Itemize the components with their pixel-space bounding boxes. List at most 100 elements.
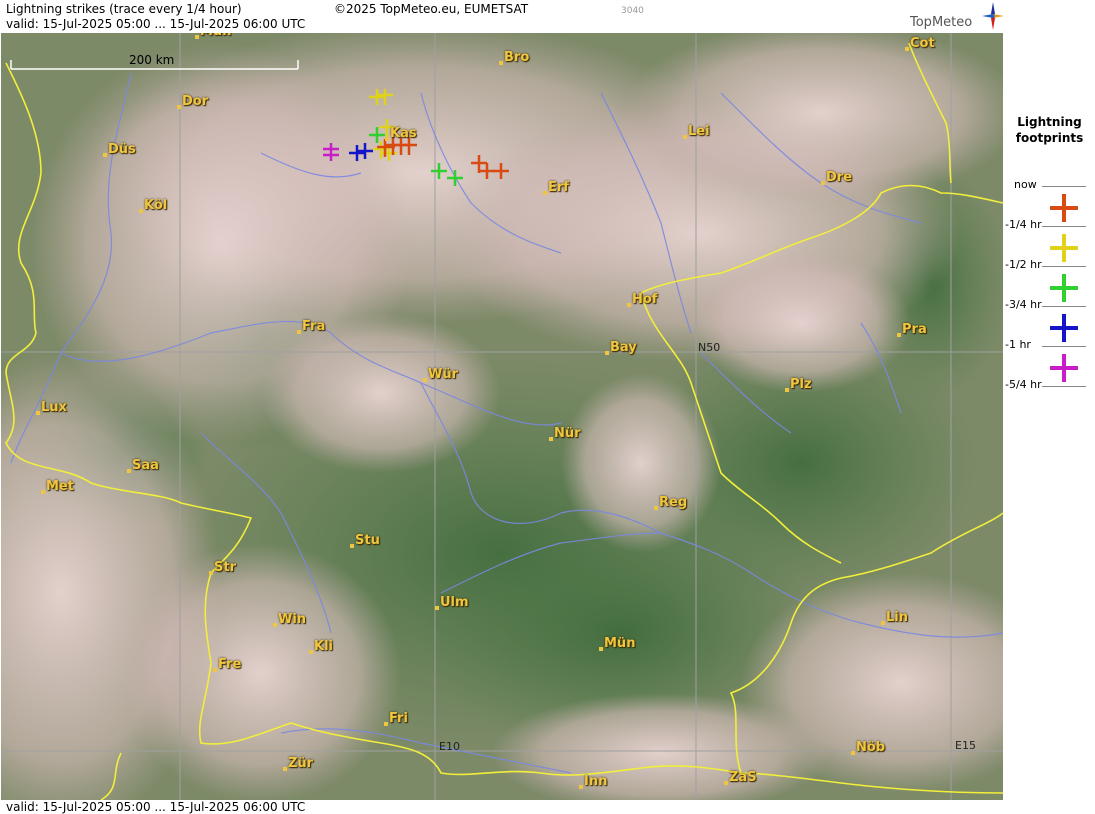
lightning-marker-icon: [1050, 314, 1078, 342]
city-label-fri: Fri: [389, 711, 408, 726]
city-label-met: Met: [46, 479, 74, 494]
map-title: Lightning strikes (trace every 1/4 hour): [6, 2, 242, 16]
legend-separator: [1042, 306, 1086, 307]
legend-label: -1/2 hr: [1005, 258, 1042, 271]
legend-label: -1 hr: [1005, 338, 1031, 351]
city-label-erf: Erf: [548, 180, 569, 195]
city-marker: [605, 351, 609, 355]
city-marker: [423, 378, 427, 382]
city-marker: [209, 571, 213, 575]
satellite-map: 200 km N50 E10 E15 Mün Bro Cot Dor Düs Kas Lei…: [1, 33, 1003, 800]
city-label-win: Win: [278, 612, 307, 627]
city-label-dor: Dor: [182, 94, 209, 109]
legend-separator: [1042, 266, 1086, 267]
city-marker: [905, 47, 909, 51]
city-label-nob: Nöb: [856, 740, 886, 755]
city-marker: [549, 437, 553, 441]
map-footer: valid: 15-Jul-2025 05:00 ... 15-Jul-2025…: [0, 800, 1003, 814]
city-marker: [273, 623, 277, 627]
city-label-plz: Plz: [790, 377, 812, 392]
city-marker: [435, 606, 439, 610]
city-label-hof: Hof: [632, 292, 658, 307]
city-label-fre: Fre: [218, 657, 242, 672]
city-label-lei: Lei: [688, 124, 710, 139]
legend-separator: [1042, 346, 1086, 347]
city-marker: [309, 650, 313, 654]
city-label-inn: Inn: [584, 774, 608, 789]
city-label-pra: Pra: [902, 322, 927, 337]
city-marker: [385, 137, 389, 141]
city-marker: [785, 388, 789, 392]
legend-separator: [1042, 186, 1086, 187]
city-label-lux: Lux: [41, 400, 67, 415]
city-label-fra: Fra: [302, 319, 326, 334]
scale-label: 200 km: [129, 53, 175, 67]
legend-label: -5/4 hr: [1005, 378, 1042, 391]
city-marker: [177, 105, 181, 109]
city-marker: [499, 61, 503, 65]
legend-title-line1: Lightning: [1017, 115, 1082, 129]
city-label-reg: Reg: [659, 495, 688, 510]
city-label-mun: Mün: [604, 636, 636, 651]
map-header: Lightning strikes (trace every 1/4 hour)…: [0, 0, 1004, 33]
city-marker: [213, 668, 217, 672]
city-marker: [139, 209, 143, 213]
city-marker: [297, 330, 301, 334]
valid-time-top: valid: 15-Jul-2025 05:00 ... 15-Jul-2025…: [6, 17, 306, 31]
city-label-lin: Lin: [886, 610, 908, 625]
city-marker: [103, 153, 107, 157]
city-marker: [195, 35, 199, 39]
legend-label: now: [1014, 178, 1037, 191]
city-marker: [881, 621, 885, 625]
city-marker: [384, 722, 388, 726]
city-label-mun-top: Mün: [200, 33, 231, 39]
city-marker: [543, 191, 547, 195]
city-marker: [36, 411, 40, 415]
city-marker: [127, 469, 131, 473]
legend-label: -1/4 hr: [1005, 218, 1042, 231]
legend-title-line2: footprints: [1015, 131, 1084, 145]
logo-text: TopMeteo: [910, 15, 973, 30]
city-label-dre: Dre: [826, 170, 853, 185]
city-label-wur: Wür: [428, 367, 459, 382]
city-marker: [627, 303, 631, 307]
city-label-saa: Saa: [132, 458, 159, 473]
city-label-stu: Stu: [355, 533, 380, 548]
city-label-kas: Kas: [390, 126, 417, 141]
city-marker: [350, 544, 354, 548]
lightning-legend: Lightning footprints now -1/4 hr -1/2 hr -3…: [1004, 0, 1095, 814]
legend-label: -3/4 hr: [1005, 298, 1042, 311]
city-label-zas: ZaS: [729, 770, 757, 785]
city-marker: [599, 647, 603, 651]
lightning-marker-icon: [1050, 354, 1078, 382]
city-label-zur: Zür: [288, 756, 314, 771]
compass-logo-icon: [982, 2, 1004, 30]
city-marker: [724, 781, 728, 785]
city-marker: [654, 506, 658, 510]
city-label-cot: Cot: [910, 36, 935, 51]
city-marker: [41, 490, 45, 494]
city-marker: [579, 785, 583, 789]
city-label-kol: Köl: [144, 198, 168, 213]
city-marker: [897, 333, 901, 337]
city-marker: [283, 767, 287, 771]
valid-time-bottom: valid: 15-Jul-2025 05:00 ... 15-Jul-2025…: [6, 800, 306, 814]
city-label-nur: Nür: [554, 426, 581, 441]
lightning-marker-icon: [1050, 194, 1078, 222]
city-label-dus: Düs: [108, 142, 136, 157]
city-label-bro: Bro: [504, 50, 530, 65]
city-marker: [683, 135, 687, 139]
grid-label-e15: E15: [955, 739, 976, 752]
city-label-kli: Kli: [314, 639, 333, 654]
legend-separator: [1042, 386, 1086, 387]
city-label-str: Str: [214, 560, 236, 575]
lightning-marker-icon: [1050, 234, 1078, 262]
city-label-bay: Bay: [610, 340, 637, 355]
grid-label-e10: E10: [439, 740, 460, 753]
city-label-ulm: Ulm: [440, 595, 469, 610]
city-marker: [851, 751, 855, 755]
legend-separator: [1042, 226, 1086, 227]
product-code: 3040: [621, 6, 644, 16]
copyright-text: ©2025 TopMeteo.eu, EUMETSAT: [334, 2, 529, 16]
map-base-layer: [1, 33, 1003, 800]
